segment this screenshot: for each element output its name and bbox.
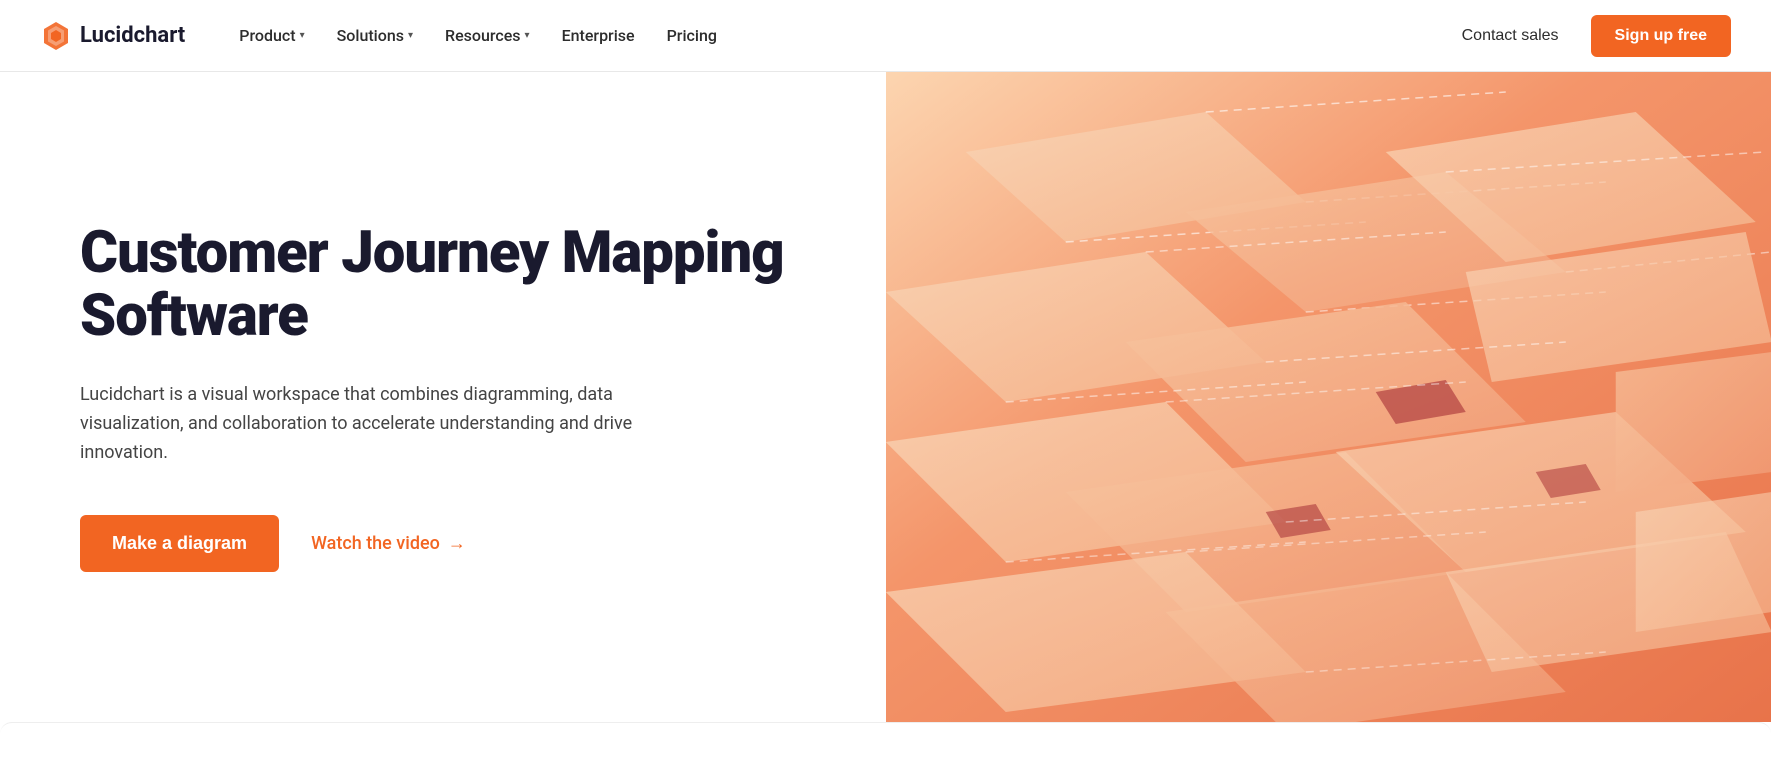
- navbar-actions: Contact sales Sign up free: [1446, 15, 1731, 57]
- logo-link[interactable]: Lucidchart: [40, 20, 185, 52]
- nav-menu: Product ▾ Solutions ▾ Resources ▾ Enterp…: [225, 18, 1445, 53]
- hero-section: Customer Journey Mapping Software Lucidc…: [0, 72, 1771, 722]
- make-diagram-button[interactable]: Make a diagram: [80, 515, 279, 572]
- hero-description: Lucidchart is a visual workspace that co…: [80, 381, 660, 467]
- solutions-chevron-icon: ▾: [408, 30, 413, 41]
- watch-video-label: Watch the video: [311, 533, 440, 554]
- logo-text: Lucidchart: [80, 23, 185, 48]
- arrow-icon: →: [448, 533, 466, 554]
- hero-illustration: [886, 72, 1771, 722]
- nav-item-product[interactable]: Product ▾: [225, 18, 318, 53]
- product-chevron-icon: ▾: [300, 30, 305, 41]
- hero-title: Customer Journey Mapping Software: [80, 222, 806, 350]
- nav-item-enterprise[interactable]: Enterprise: [548, 18, 649, 53]
- navbar: Lucidchart Product ▾ Solutions ▾ Resourc…: [0, 0, 1771, 72]
- hero-content: Customer Journey Mapping Software Lucidc…: [0, 72, 886, 722]
- resources-chevron-icon: ▾: [525, 30, 530, 41]
- watch-video-link[interactable]: Watch the video →: [311, 533, 466, 554]
- contact-sales-button[interactable]: Contact sales: [1446, 19, 1575, 53]
- hero-actions: Make a diagram Watch the video →: [80, 515, 806, 572]
- lucidchart-logo-icon: [40, 20, 72, 52]
- hero-illustration-container: [886, 72, 1771, 722]
- nav-item-pricing[interactable]: Pricing: [653, 18, 731, 53]
- nav-item-resources[interactable]: Resources ▾: [431, 18, 544, 53]
- nav-item-solutions[interactable]: Solutions ▾: [323, 18, 427, 53]
- signup-button[interactable]: Sign up free: [1591, 15, 1731, 57]
- bottom-bar: [0, 722, 1771, 782]
